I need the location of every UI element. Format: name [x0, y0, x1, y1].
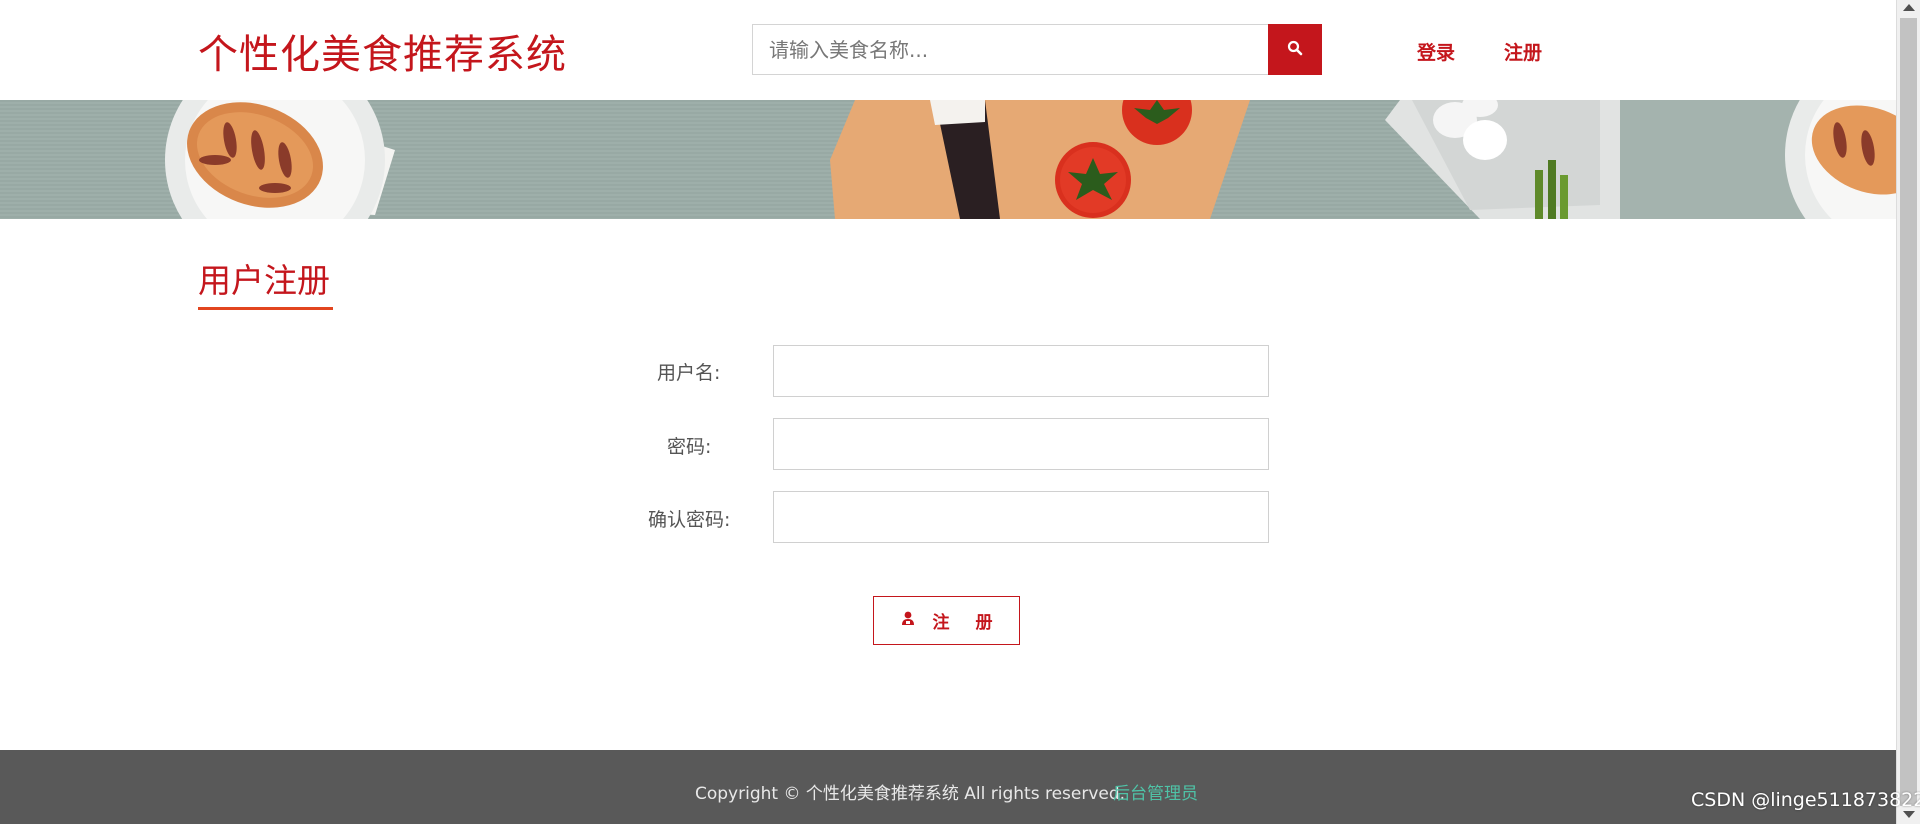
search-bar [752, 24, 1322, 75]
page-title: 用户注册 [198, 261, 330, 300]
username-input[interactable] [773, 345, 1269, 397]
copyright-text: Copyright © 个性化美食推荐系统 All rights reserve… [695, 784, 1126, 804]
food-banner [0, 100, 1896, 219]
register-button-label: 注册 [932, 613, 1019, 633]
admin-link[interactable]: 后台管理员 [1113, 779, 1198, 804]
scroll-down-arrow-icon[interactable] [1903, 811, 1915, 818]
username-label: 用户名: [657, 362, 721, 384]
scroll-thumb[interactable] [1900, 18, 1917, 806]
title-underline [198, 307, 333, 310]
banner-illustration [0, 100, 1896, 219]
register-button[interactable]: 注册 [873, 596, 1020, 645]
nav-register-link[interactable]: 注册 [1504, 38, 1542, 65]
confirm-password-label: 确认密码: [648, 509, 731, 531]
header: 个性化美食推荐系统 登录 注册 [0, 0, 1896, 100]
search-input[interactable] [752, 24, 1268, 75]
scroll-up-arrow-icon[interactable] [1903, 4, 1915, 11]
nav-login-link[interactable]: 登录 [1417, 38, 1455, 65]
watermark: CSDN @linge511873822 [1691, 789, 1920, 811]
password-input[interactable] [773, 418, 1269, 470]
password-label: 密码: [667, 436, 712, 458]
search-icon [1287, 40, 1303, 59]
search-button[interactable] [1268, 24, 1322, 75]
scrollbar[interactable] [1896, 0, 1920, 824]
site-title[interactable]: 个性化美食推荐系统 [198, 22, 567, 80]
confirm-password-input[interactable] [773, 491, 1269, 543]
user-icon [901, 611, 915, 631]
